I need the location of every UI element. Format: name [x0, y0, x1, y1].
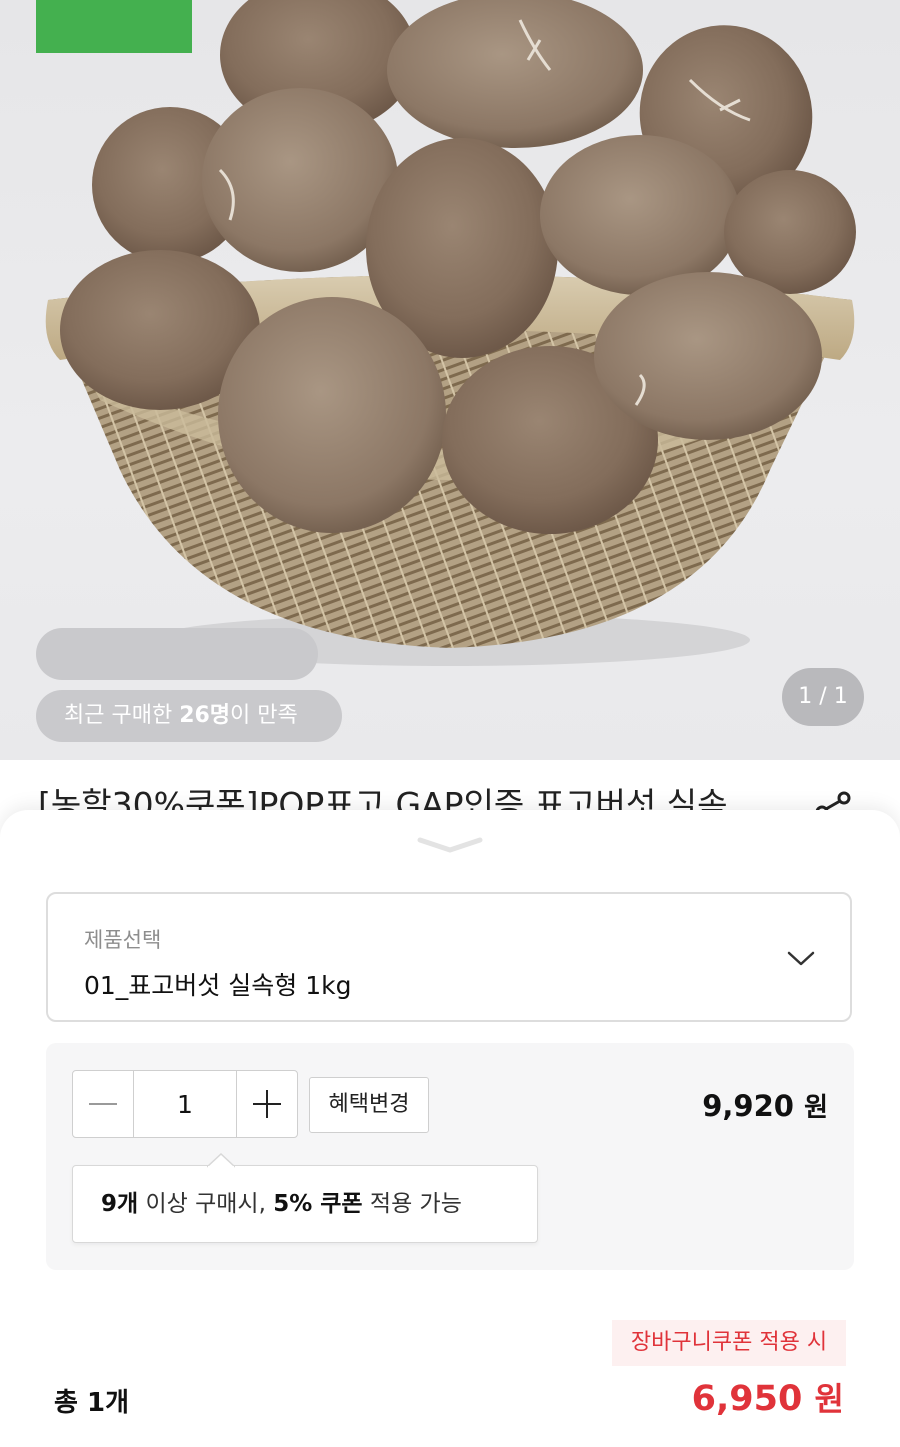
- tooltip-middle: 이상 구매시,: [138, 1191, 274, 1217]
- increase-quantity-button[interactable]: [237, 1071, 297, 1137]
- item-price-value: 9,920: [702, 1089, 794, 1123]
- selected-item-panel: 1 혜택변경 9,920 원 9개 이상 구매시, 5% 쿠폰 적용 가능: [46, 1043, 854, 1270]
- option-select-value: 01_표고버섯 실속형 1kg: [84, 971, 352, 1000]
- quantity-value[interactable]: 1: [133, 1071, 237, 1137]
- tooltip-suffix: 적용 가능: [362, 1191, 462, 1217]
- image-page-indicator: 1 / 1: [782, 668, 864, 726]
- tooltip-arrow: [207, 1153, 235, 1168]
- sheet-collapse-handle-icon[interactable]: [416, 834, 484, 856]
- cart-coupon-label: 장바구니쿠폰 적용 시: [612, 1320, 846, 1366]
- total-price-unit: 원: [814, 1380, 844, 1418]
- item-price-unit: 원: [804, 1093, 828, 1123]
- plus-icon: [253, 1090, 281, 1118]
- total-quantity: 총 1개: [54, 1388, 129, 1418]
- quantity-stepper: 1: [72, 1070, 298, 1138]
- chevron-down-icon: [787, 951, 815, 966]
- total-price: 6,950 원: [692, 1374, 844, 1420]
- bulk-coupon-tooltip: 9개 이상 구매시, 5% 쿠폰 적용 가능: [72, 1153, 538, 1243]
- option-select-label: 제품선택: [84, 928, 162, 952]
- tooltip-count: 9개: [101, 1191, 139, 1217]
- social-proof-chip: [36, 628, 318, 680]
- recent-purchase-count: 26명: [179, 703, 231, 728]
- item-price: 9,920 원: [702, 1087, 828, 1124]
- recent-purchase-chip: 최근 구매한 26명이 만족: [36, 690, 342, 742]
- product-image-area[interactable]: 최근 구매한 26명이 만족 1 / 1: [0, 0, 900, 760]
- recent-purchase-prefix: 최근 구매한: [64, 703, 180, 728]
- product-title: [농할30%쿠폰]POP표고 GAP인증 표고버섯 실속: [38, 785, 728, 813]
- product-option-select[interactable]: 제품선택 01_표고버섯 실속형 1kg: [46, 892, 852, 1022]
- recent-purchase-suffix: 이 만족: [230, 703, 298, 728]
- minus-icon: [89, 1103, 117, 1105]
- tooltip-discount: 5% 쿠폰: [273, 1191, 363, 1217]
- decrease-quantity-button[interactable]: [73, 1071, 133, 1137]
- purchase-options-sheet: 제품선택 01_표고버섯 실속형 1kg 1 혜택변경 9,920 원 9개 이…: [0, 810, 900, 1447]
- change-benefit-button[interactable]: 혜택변경: [309, 1077, 429, 1133]
- total-price-value: 6,950: [691, 1379, 803, 1419]
